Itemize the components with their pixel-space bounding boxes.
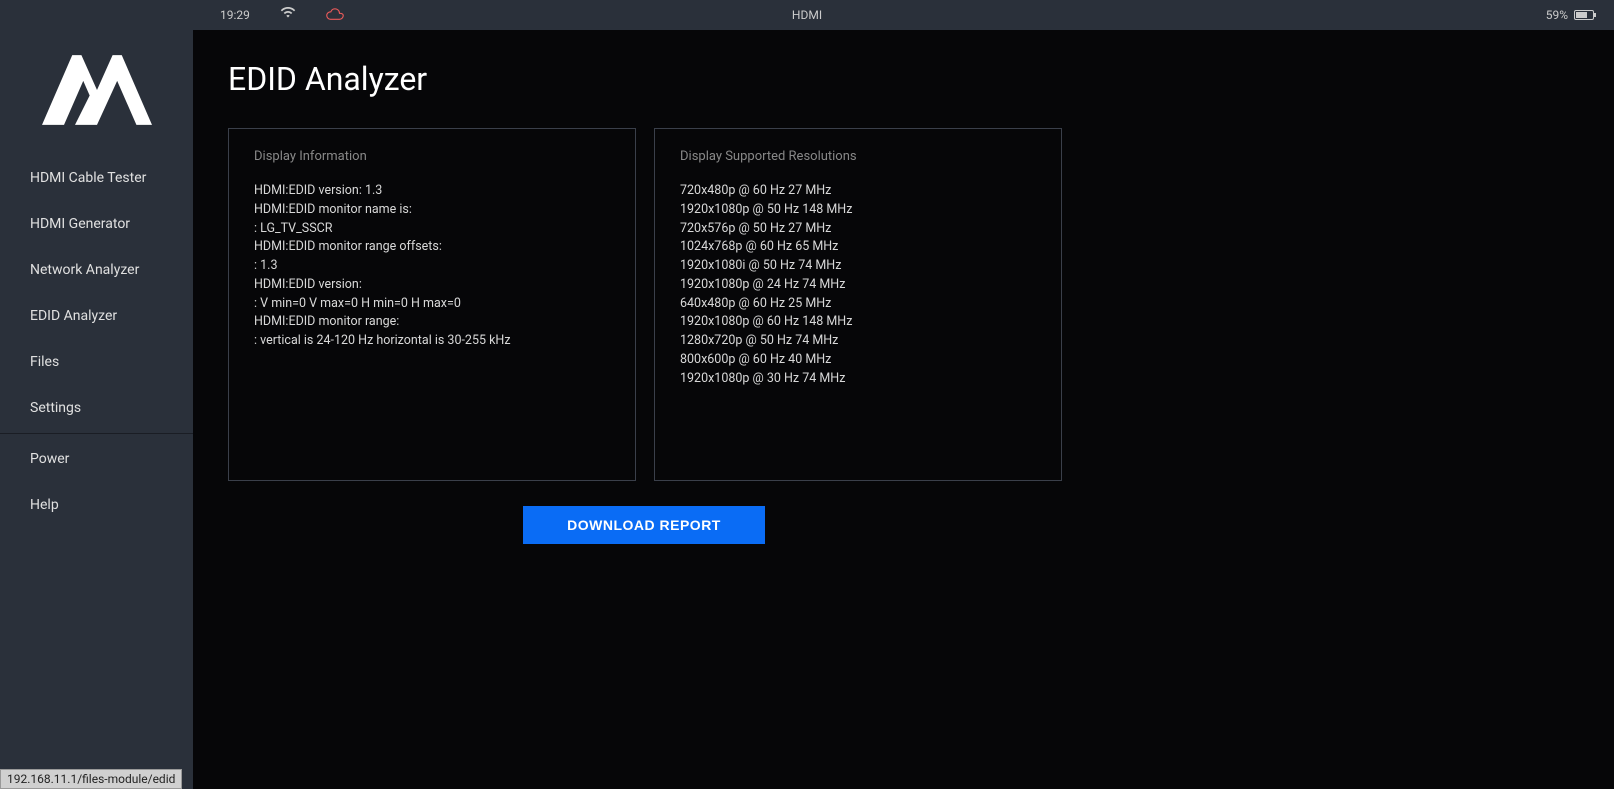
resolution-line: 640x480p @ 60 Hz 25 MHz — [680, 295, 1036, 314]
nav-divider — [0, 433, 193, 434]
info-line: HDMI:EDID monitor range offsets: — [254, 238, 610, 257]
info-line: : LG_TV_SSCR — [254, 220, 610, 239]
nav-hdmi-generator[interactable]: HDMI Generator — [0, 201, 193, 247]
download-report-button[interactable]: DOWNLOAD REPORT — [523, 506, 765, 544]
info-line: : V min=0 V max=0 H min=0 H max=0 — [254, 295, 610, 314]
info-line: HDMI:EDID version: 1.3 — [254, 182, 610, 201]
resolution-line: 720x576p @ 50 Hz 27 MHz — [680, 220, 1036, 239]
nav-files[interactable]: Files — [0, 339, 193, 385]
battery-icon — [1574, 10, 1594, 20]
nav-secondary: Power Help — [0, 436, 193, 528]
info-line: : 1.3 — [254, 257, 610, 276]
nav-hdmi-cable-tester[interactable]: HDMI Cable Tester — [0, 155, 193, 201]
resolution-line: 1920x1080p @ 24 Hz 74 MHz — [680, 276, 1036, 295]
nav-settings[interactable]: Settings — [0, 385, 193, 431]
sidebar: HDMI Cable Tester HDMI Generator Network… — [0, 30, 193, 789]
resolution-line: 800x600p @ 60 Hz 40 MHz — [680, 351, 1036, 370]
cloud-icon — [326, 7, 344, 24]
info-line: HDMI:EDID monitor name is: — [254, 201, 610, 220]
nav-edid-analyzer[interactable]: EDID Analyzer — [0, 293, 193, 339]
logo-icon — [0, 55, 193, 125]
main-content: EDID Analyzer Display Information HDMI:E… — [193, 30, 1614, 789]
resolution-line: 1920x1080p @ 30 Hz 74 MHz — [680, 370, 1036, 389]
status-time: 19:29 — [220, 8, 250, 22]
info-line: HDMI:EDID monitor range: — [254, 313, 610, 332]
info-line: HDMI:EDID version: — [254, 276, 610, 295]
display-information-panel: Display Information HDMI:EDID version: 1… — [228, 128, 636, 481]
panel-title: Display Supported Resolutions — [680, 149, 1036, 164]
nav-help[interactable]: Help — [0, 482, 193, 528]
footer-url: 192.168.11.1/files-module/edid — [0, 769, 182, 789]
resolution-line: 1280x720p @ 50 Hz 74 MHz — [680, 332, 1036, 351]
resolution-line: 1920x1080p @ 50 Hz 148 MHz — [680, 201, 1036, 220]
page-title: EDID Analyzer — [228, 60, 1579, 98]
nav-power[interactable]: Power — [0, 436, 193, 482]
status-center: HDMI — [792, 8, 822, 22]
resolution-line: 1920x1080i @ 50 Hz 74 MHz — [680, 257, 1036, 276]
info-line: : vertical is 24-120 Hz horizontal is 30… — [254, 332, 610, 351]
resolution-line: 1920x1080p @ 60 Hz 148 MHz — [680, 313, 1036, 332]
resolutions-body: 720x480p @ 60 Hz 27 MHz 1920x1080p @ 50 … — [680, 182, 1036, 388]
panel-title: Display Information — [254, 149, 610, 164]
nav-network-analyzer[interactable]: Network Analyzer — [0, 247, 193, 293]
status-bar: 19:29 HDMI 59% — [0, 0, 1614, 30]
wifi-icon — [280, 7, 296, 23]
display-info-body: HDMI:EDID version: 1.3 HDMI:EDID monitor… — [254, 182, 610, 351]
resolution-line: 1024x768p @ 60 Hz 65 MHz — [680, 238, 1036, 257]
supported-resolutions-panel: Display Supported Resolutions 720x480p @… — [654, 128, 1062, 481]
battery-percent: 59% — [1546, 8, 1568, 22]
resolution-line: 720x480p @ 60 Hz 27 MHz — [680, 182, 1036, 201]
nav-primary: HDMI Cable Tester HDMI Generator Network… — [0, 155, 193, 431]
